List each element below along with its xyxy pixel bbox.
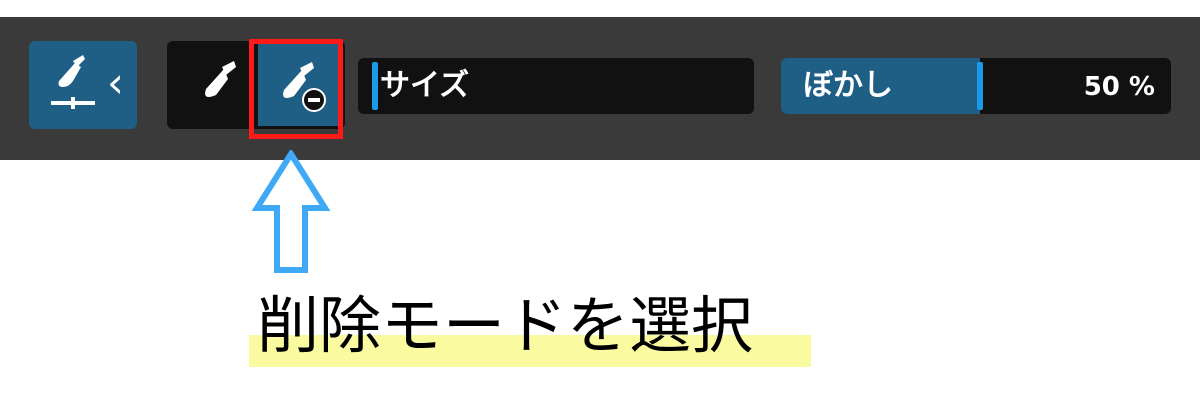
blur-slider-value: 50 % [1083,72,1155,102]
size-slider-handle[interactable] [372,62,378,110]
brush-minus-icon [283,62,326,112]
blur-slider-handle[interactable] [977,62,983,110]
brush-toolbar: ‹ サイズ ぼかし 50 % [0,17,1200,160]
brush-erase-mode-button[interactable] [258,44,338,126]
blur-slider[interactable]: ぼかし 50 % [781,58,1171,114]
up-arrow-icon [251,150,331,273]
instruction-caption: 削除モードを選択 [257,289,754,362]
brush-icon [205,61,236,97]
tutorial-figure: ‹ サイズ ぼかし 50 % 削除モードを選択 [0,0,1200,396]
mask-tool-button[interactable]: ‹ [29,41,137,129]
caption-area: 削除モードを選択 [249,284,811,372]
blur-slider-label: ぼかし [803,68,893,103]
size-slider-label: サイズ [380,68,470,103]
size-slider[interactable]: サイズ [358,58,754,114]
brush-add-mode-button[interactable] [180,45,256,125]
chevron-left-icon: ‹ [107,58,124,107]
